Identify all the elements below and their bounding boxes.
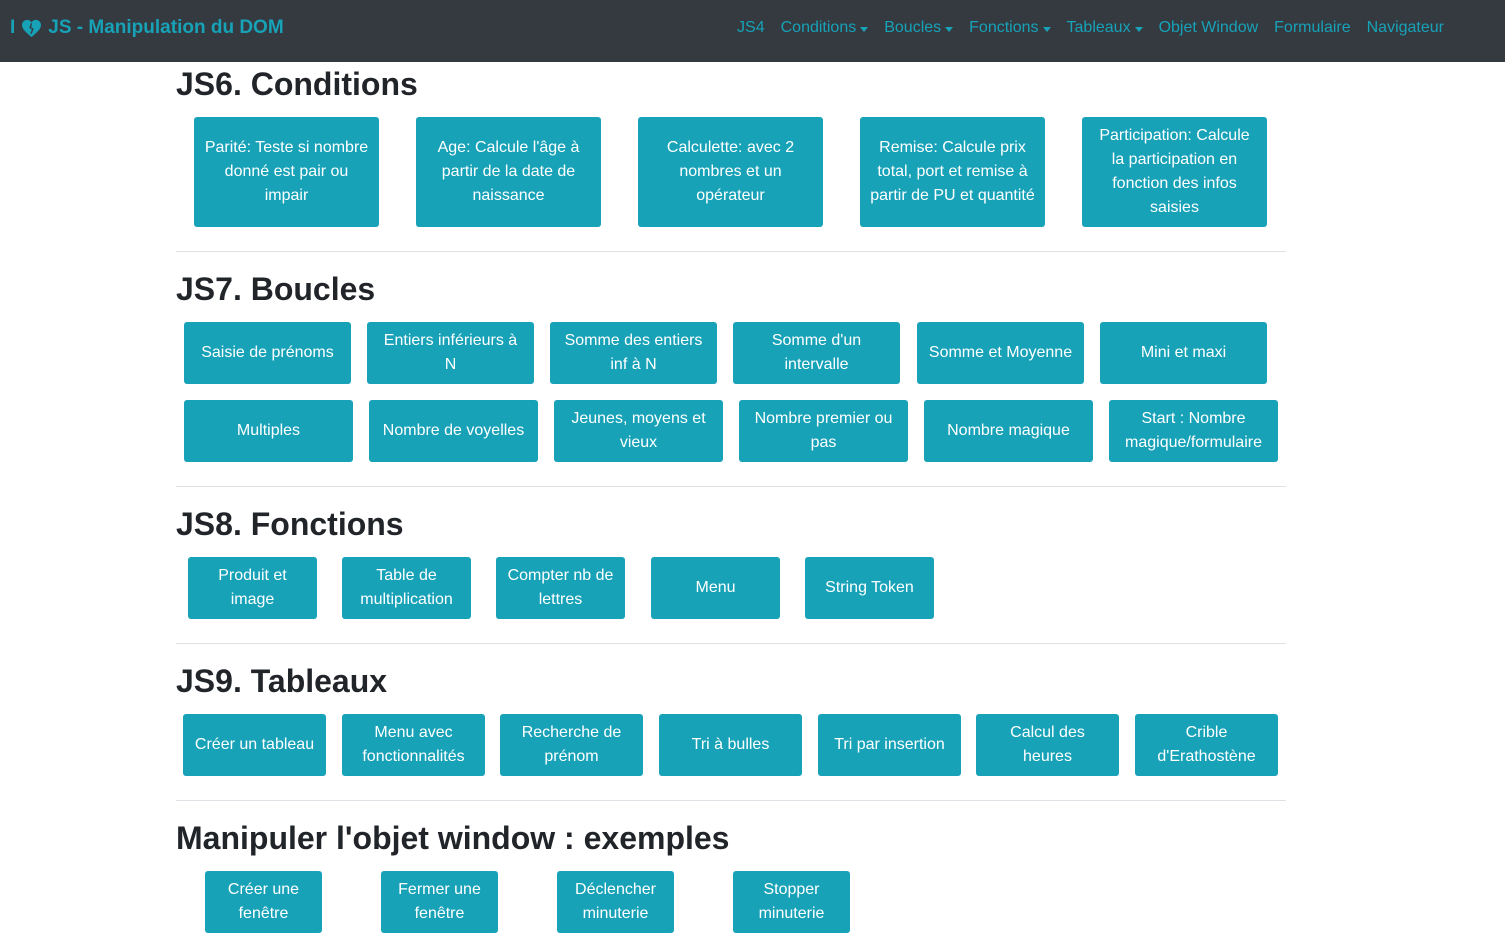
nav-link-tableaux[interactable]: Tableaux xyxy=(1067,19,1143,37)
heart-icon xyxy=(22,19,42,37)
nav-link-objet-window[interactable]: Objet Window xyxy=(1159,19,1259,37)
crible-d-erathostene-button[interactable]: Crible d'Erathostène xyxy=(1135,714,1278,776)
entiers-inferieurs-a-n-button[interactable]: Entiers inférieurs à N xyxy=(367,322,534,384)
nav-link-fonctions[interactable]: Fonctions xyxy=(969,19,1051,37)
nav-link-label: Navigateur xyxy=(1366,19,1444,36)
nombre-magique-button[interactable]: Nombre magique xyxy=(924,400,1093,462)
section-title: JS6. Conditions xyxy=(176,66,418,102)
caret-down-icon xyxy=(1042,26,1051,32)
table-de-multiplication-button[interactable]: Table de multiplication xyxy=(342,557,471,619)
nav-link-label: Objet Window xyxy=(1158,19,1259,36)
jeunes-moyens-et-vieux-button[interactable]: Jeunes, moyens et vieux xyxy=(554,400,723,462)
somme-des-entiers-inf-a-n-button[interactable]: Somme des entiers inf à N xyxy=(550,322,717,384)
brand-link[interactable]: I JS - Manipulation du DOM xyxy=(10,14,284,42)
start-nombre-magique-formulaire-button[interactable]: Start : Nombre magique/formulaire xyxy=(1109,400,1278,462)
remise-calcule-prix-total-port-et-remise-button[interactable]: Remise: Calcule prix total, port et remi… xyxy=(860,117,1045,227)
calcul-des-heures-button[interactable]: Calcul des heures xyxy=(976,714,1119,776)
nav-link-label: Boucles xyxy=(884,19,942,36)
age-calcule-l-age-a-partir-de-la-date-de-button[interactable]: Age: Calcule l'âge à partir de la date d… xyxy=(416,117,601,227)
brand-prefix: I xyxy=(10,17,16,38)
fermer-une-fenetre-button[interactable]: Fermer une fenêtre xyxy=(381,871,498,933)
nav-link-label: Tableaux xyxy=(1066,19,1131,36)
calculette-avec-2-nombres-et-un-operateu-button[interactable]: Calculette: avec 2 nombres et un opérate… xyxy=(638,117,823,227)
nombre-de-voyelles-button[interactable]: Nombre de voyelles xyxy=(369,400,538,462)
section-divider xyxy=(176,800,1286,801)
menu-button[interactable]: Menu xyxy=(651,557,780,619)
main-nav: JS4 Conditions Boucles Fonctions Tableaux Obj… xyxy=(737,19,1444,37)
top-navbar: I JS - Manipulation du DOM JS4 Conditions… xyxy=(0,0,1505,62)
section-title: JS9. Tableaux xyxy=(176,663,388,699)
nav-link-label: JS4 xyxy=(737,19,765,36)
caret-down-icon xyxy=(1134,26,1143,32)
brand-title: JS - Manipulation du DOM xyxy=(48,17,284,38)
parite-teste-si-nombre-donne-est-pair-ou-button[interactable]: Parité: Teste si nombre donné est pair o… xyxy=(194,117,379,227)
string-token-button[interactable]: String Token xyxy=(805,557,934,619)
nav-link-label: Conditions xyxy=(780,19,857,36)
caret-down-icon xyxy=(945,26,954,32)
nav-link-formulaire[interactable]: Formulaire xyxy=(1274,19,1350,37)
menu-avec-fonctionnalites-button[interactable]: Menu avec fonctionnalités xyxy=(342,714,485,776)
section-title: JS7. Boucles xyxy=(176,271,376,307)
section-title: Manipuler l'objet window : exemples xyxy=(176,820,730,856)
section-divider xyxy=(176,251,1286,252)
nombre-premier-ou-pas-button[interactable]: Nombre premier ou pas xyxy=(739,400,908,462)
nav-link-js4[interactable]: JS4 xyxy=(737,19,765,37)
nav-link-navigateur[interactable]: Navigateur xyxy=(1367,19,1444,37)
compter-nb-de-lettres-button[interactable]: Compter nb de lettres xyxy=(496,557,625,619)
caret-down-icon xyxy=(860,26,869,32)
nav-link-boucles[interactable]: Boucles xyxy=(884,19,954,37)
saisie-de-prenoms-button[interactable]: Saisie de prénoms xyxy=(184,322,351,384)
participation-calcule-la-participation-e-button[interactable]: Participation: Calcule la participation … xyxy=(1082,117,1267,227)
creer-une-fenetre-button[interactable]: Créer une fenêtre xyxy=(205,871,322,933)
section-divider xyxy=(176,486,1286,487)
section-divider xyxy=(176,643,1286,644)
somme-d-un-intervalle-button[interactable]: Somme d'un intervalle xyxy=(733,322,900,384)
recherche-de-prenom-button[interactable]: Recherche de prénom xyxy=(500,714,643,776)
nav-link-label: Fonctions xyxy=(969,19,1039,36)
tri-par-insertion-button[interactable]: Tri par insertion xyxy=(818,714,961,776)
declencher-minuterie-button[interactable]: Déclencher minuterie xyxy=(557,871,674,933)
mini-et-maxi-button[interactable]: Mini et maxi xyxy=(1100,322,1267,384)
creer-un-tableau-button[interactable]: Créer un tableau xyxy=(183,714,326,776)
multiples-button[interactable]: Multiples xyxy=(184,400,353,462)
nav-link-conditions[interactable]: Conditions xyxy=(781,19,869,37)
somme-et-moyenne-button[interactable]: Somme et Moyenne xyxy=(917,322,1084,384)
nav-link-label: Formulaire xyxy=(1274,19,1351,36)
produit-et-image-button[interactable]: Produit et image xyxy=(188,557,317,619)
stopper-minuterie-button[interactable]: Stopper minuterie xyxy=(733,871,850,933)
tri-a-bulles-button[interactable]: Tri à bulles xyxy=(659,714,802,776)
section-title: JS8. Fonctions xyxy=(176,506,404,542)
